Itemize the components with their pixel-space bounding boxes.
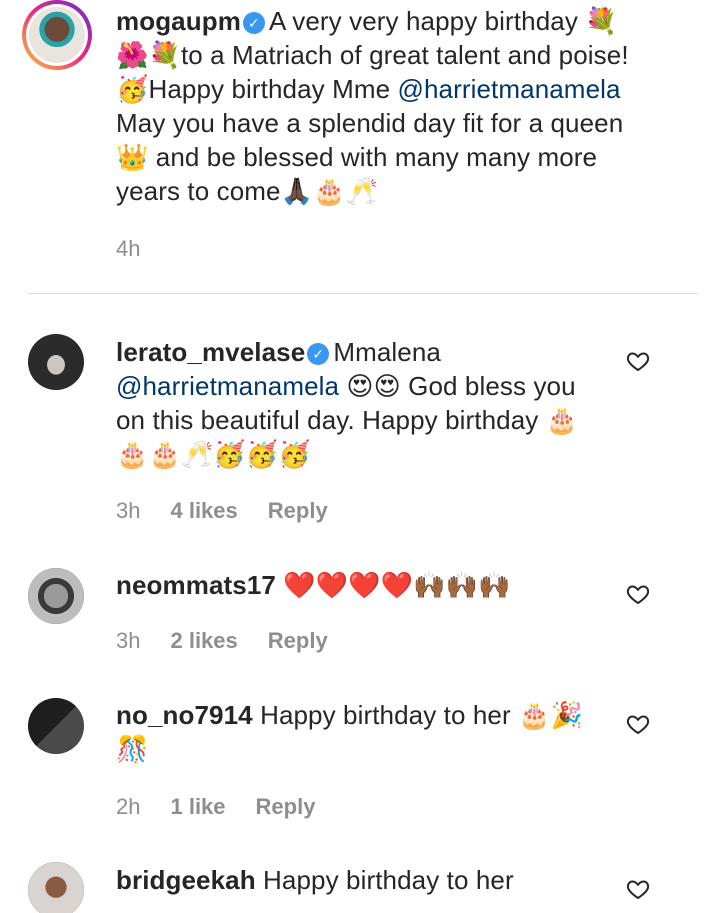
comment-line: Mmalena xyxy=(333,337,441,367)
username[interactable]: lerato_mvelase xyxy=(116,337,305,367)
comment-meta: 3h 2 likes Reply xyxy=(116,628,358,654)
comment-text: bridgeekah Happy birthday to her xyxy=(116,863,636,897)
username[interactable]: mogaupm xyxy=(116,6,241,36)
heart-outline-icon[interactable] xyxy=(626,712,650,736)
comment-line: 😍😍 God bless you xyxy=(346,371,576,401)
likes-count[interactable]: 1 like xyxy=(170,794,225,819)
heart-outline-icon[interactable] xyxy=(626,877,650,901)
timestamp: 4h xyxy=(116,236,141,261)
comment-line: A very very happy birthday 💐 xyxy=(268,6,618,36)
mention-link[interactable]: @harrietmanamela xyxy=(116,371,339,401)
comment-text: mogaupm ✓ A very very happy birthday 💐 🌺💐t… xyxy=(116,4,676,208)
reply-button[interactable]: Reply xyxy=(268,628,328,653)
comment-text: lerato_mvelase ✓ Mmalena @harrietmanamela … xyxy=(116,335,636,471)
comment-line: ❤️❤️❤️❤️🙌🏾🙌🏾🙌🏾 xyxy=(283,570,511,600)
avatar[interactable] xyxy=(28,568,84,624)
heart-outline-icon[interactable] xyxy=(626,582,650,606)
comment-line: 🎂🎂🥂🥳🥳🥳 xyxy=(116,439,311,469)
comment-line: 👑 and be blessed with many many more xyxy=(116,142,598,172)
comment-line: May you have a splendid day fit for a qu… xyxy=(116,108,624,138)
heart-outline-icon[interactable] xyxy=(626,349,650,373)
verified-badge-icon: ✓ xyxy=(242,12,265,34)
avatar[interactable] xyxy=(28,862,84,913)
comment-text: neommats17 ❤️❤️❤️❤️🙌🏾🙌🏾🙌🏾 xyxy=(116,568,636,602)
comment-line: on this beautiful day. Happy birthday 🎂 xyxy=(116,405,579,435)
comment-line: Happy birthday to her xyxy=(263,865,514,895)
avatar[interactable] xyxy=(28,698,84,754)
comment-line: Happy birthday to her 🎂🎉 xyxy=(260,700,584,730)
mention-link[interactable]: @harrietmanamela xyxy=(397,74,620,104)
username[interactable]: neommats17 xyxy=(116,570,276,600)
comment-meta: 2h 1 like Reply xyxy=(116,794,345,820)
timestamp: 3h xyxy=(116,628,141,653)
divider xyxy=(28,293,698,294)
timestamp: 3h xyxy=(116,498,141,523)
timestamp: 2h xyxy=(116,794,141,819)
comment-line: years to come🙏🏿🎂🥂 xyxy=(116,176,379,206)
username[interactable]: bridgeekah xyxy=(116,865,256,895)
comment-line: 🌺💐to a Matriach of great talent and pois… xyxy=(116,40,629,70)
comment-meta: 4h xyxy=(116,236,170,262)
verified-badge-icon: ✓ xyxy=(307,343,330,365)
comment-line: 🎊 xyxy=(116,734,149,764)
avatar[interactable] xyxy=(28,334,84,390)
username[interactable]: no_no7914 xyxy=(116,700,253,730)
reply-button[interactable]: Reply xyxy=(256,794,316,819)
reply-button[interactable]: Reply xyxy=(268,498,328,523)
avatar[interactable] xyxy=(22,0,92,70)
comment-line: 🥳Happy birthday Mme @harrietmanamela xyxy=(116,74,621,104)
comment-meta: 3h 4 likes Reply xyxy=(116,498,358,524)
likes-count[interactable]: 4 likes xyxy=(170,498,237,523)
comment-text: no_no7914 Happy birthday to her 🎂🎉 🎊 xyxy=(116,698,636,766)
likes-count[interactable]: 2 likes xyxy=(170,628,237,653)
